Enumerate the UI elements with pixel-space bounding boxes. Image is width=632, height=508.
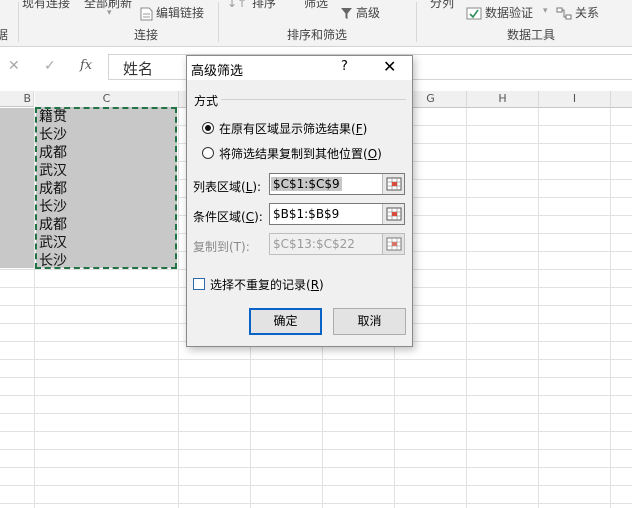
column-header-next[interactable]	[611, 91, 632, 108]
range-select-icon	[386, 237, 402, 251]
collapse-dialog-button[interactable]	[382, 204, 404, 224]
help-button[interactable]: ?	[341, 59, 348, 74]
gridline	[0, 467, 632, 468]
radio-selected-icon	[202, 122, 214, 134]
copy-marquee	[35, 107, 177, 269]
collapse-dialog-button	[382, 234, 404, 254]
insert-function-icon[interactable]: fx	[80, 58, 92, 73]
advanced-filter-dialog: 高级筛选 ? ✕ 方式 在原有区域显示筛选结果(F) 将筛选结果复制到其他位置(…	[186, 55, 413, 347]
radio-in-place-label: 在原有区域显示筛选结果(F)	[219, 122, 368, 136]
gridline	[0, 395, 632, 396]
existing-connections-button[interactable]: 现有连接	[22, 0, 70, 11]
group-label-connections: 连接	[134, 28, 159, 42]
advanced-filter-label: 高级	[356, 6, 381, 20]
copy-to-field: $C$13:$C$22	[269, 233, 405, 255]
edit-links-label: 编辑链接	[156, 6, 205, 20]
funnel-icon	[341, 8, 352, 19]
gridline	[0, 449, 632, 450]
group-label-get-data: 据	[0, 26, 8, 43]
data-validation-button[interactable]: 数据验证	[466, 4, 533, 21]
gridline	[610, 108, 611, 508]
criteria-range-field[interactable]: $B$1:$B$9	[269, 203, 405, 225]
criteria-range-label: 条件区域(C):	[193, 210, 263, 224]
group-label-sort-filter: 排序和筛选	[287, 28, 348, 42]
column-header-i[interactable]: I	[539, 91, 611, 108]
gridline	[466, 108, 467, 508]
method-group-label: 方式	[194, 94, 219, 108]
collapse-dialog-button[interactable]	[382, 174, 404, 194]
cancel-entry-icon[interactable]: ✕	[8, 58, 20, 74]
edit-links-button[interactable]: 编辑链接	[140, 4, 204, 21]
formula-content: 姓名	[123, 60, 154, 78]
list-range-label: 列表区域(L):	[193, 180, 262, 194]
range-select-icon	[386, 177, 402, 191]
cancel-button[interactable]: 取消	[333, 308, 406, 335]
copy-to-value: $C$13:$C$22	[273, 237, 355, 251]
relationships-button[interactable]: 关系	[556, 4, 599, 21]
relationships-label: 关系	[575, 6, 600, 20]
column-b-selection	[0, 108, 34, 268]
data-validation-label: 数据验证	[485, 6, 534, 20]
list-range-field[interactable]: $C$1:$C$9	[269, 173, 405, 195]
relationships-icon	[556, 7, 572, 20]
ribbon: 现有连接 全部刷新 ▾ 编辑链接 ↓↑ 排序 筛选 高级 分列 数据验证 ▾ 关…	[0, 0, 632, 47]
gridline	[0, 413, 632, 414]
unique-records-checkbox[interactable]: 选择不重复的记录(R)	[193, 276, 324, 293]
ok-button[interactable]: 确定	[249, 308, 322, 335]
group-divider	[221, 99, 406, 100]
column-header-h[interactable]: H	[467, 91, 539, 108]
data-validation-dropdown-icon[interactable]: ▾	[543, 6, 548, 16]
group-label-data-tools: 数据工具	[507, 28, 556, 42]
radio-copy-to-location[interactable]: 将筛选结果复制到其他位置(O)	[202, 145, 382, 162]
close-button[interactable]: ✕	[383, 57, 396, 76]
confirm-entry-icon[interactable]: ✓	[44, 58, 56, 74]
gridline	[0, 377, 632, 378]
sort-asc-icon[interactable]: ↓↑	[227, 0, 247, 10]
ribbon-separator	[416, 2, 417, 42]
column-header-b[interactable]: B	[0, 91, 34, 107]
dialog-title: 高级筛选	[191, 64, 244, 79]
gridline	[178, 108, 179, 508]
dialog-title-bar[interactable]: 高级筛选 ? ✕	[187, 56, 412, 80]
unique-records-label: 选择不重复的记录(R)	[210, 278, 324, 292]
radio-filter-in-place[interactable]: 在原有区域显示筛选结果(F)	[202, 120, 367, 137]
list-range-value: $C$1:$C$9	[271, 177, 342, 191]
advanced-filter-button[interactable]: 高级	[340, 4, 380, 21]
refresh-dropdown-icon[interactable]: ▾	[107, 8, 112, 18]
sort-button[interactable]: 排序	[252, 0, 276, 11]
column-header-c[interactable]: C	[35, 91, 179, 108]
range-select-icon	[386, 207, 402, 221]
radio-copy-label: 将筛选结果复制到其他位置(O)	[219, 147, 382, 161]
checkbox-unchecked-icon	[193, 278, 205, 290]
text-to-columns-button[interactable]: 分列	[430, 0, 454, 11]
filter-button[interactable]: 筛选	[304, 0, 328, 11]
data-validation-icon	[466, 7, 482, 20]
gridline	[0, 359, 632, 360]
gridline	[0, 503, 632, 504]
gridline	[0, 431, 632, 432]
criteria-range-value: $B$1:$B$9	[273, 207, 340, 221]
ribbon-separator	[18, 2, 19, 42]
edit-links-icon	[140, 7, 153, 20]
radio-unselected-icon	[202, 147, 214, 159]
copy-to-label: 复制到(T):	[193, 240, 250, 254]
ribbon-separator	[218, 2, 219, 42]
gridline	[0, 485, 632, 486]
gridline	[538, 108, 539, 508]
